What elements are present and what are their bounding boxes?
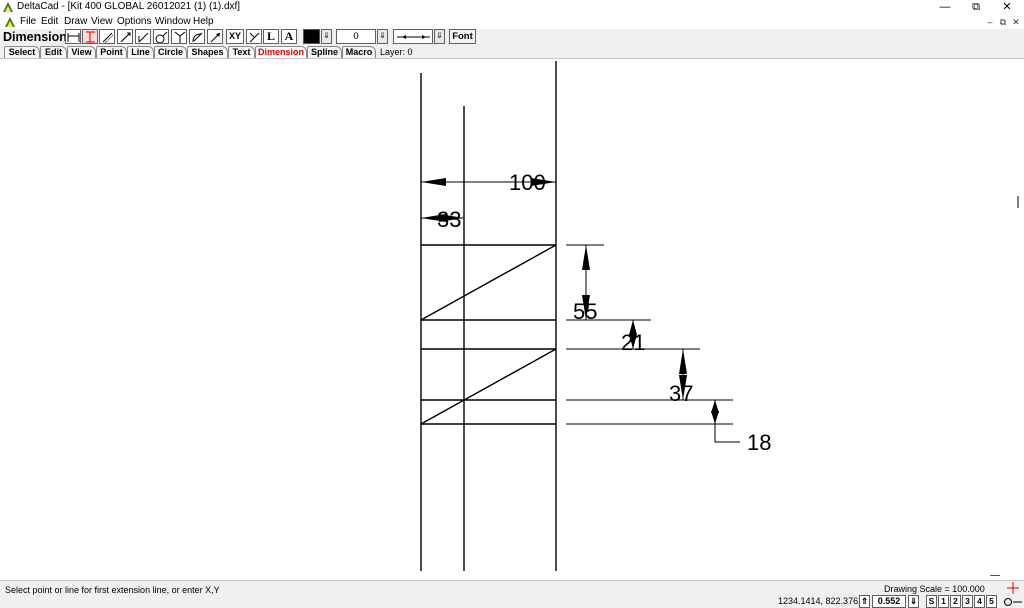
deltacad-window: DeltaCad - [Kit 400 GLOBAL 26012021 (1) … [0,0,1024,608]
tab-macro[interactable]: Macro [342,46,376,58]
vertical-dimension-button[interactable] [82,29,98,44]
color-dropdown-button[interactable]: ⇓ [321,29,332,44]
tab-bar: Select Edit View Point Line Circle Shape… [0,45,1024,59]
dimension-33-label[interactable]: 33 [437,207,461,232]
menu-window[interactable]: Window [155,16,191,28]
canvas-corner-mark [990,575,1000,576]
close-button[interactable]: ✕ [992,0,1022,15]
diameter-dimension-icon [155,31,168,43]
angle-dimension-button[interactable] [171,29,187,44]
aligned-dimension-button[interactable] [99,29,115,44]
parallel-dimension-button[interactable] [117,29,133,44]
arrowhead [679,349,687,374]
menu-help[interactable]: Help [193,16,214,28]
toolbar: Dimension XY L A ⇓ 0 ⇓ ⇓ Font [0,29,1024,45]
radius-dimension-button[interactable] [189,29,205,44]
menu-view[interactable]: View [91,16,113,28]
command-prompt: Select point or line for first extension… [5,585,220,595]
menu-draw[interactable]: Draw [64,16,87,28]
document-close-button[interactable]: ✕ [1011,16,1021,28]
font-button[interactable]: Font [449,29,476,44]
dimension-18-leader [714,400,740,443]
minimize-button[interactable]: — [930,0,960,15]
arrowhead [421,178,446,186]
dimension-100-label[interactable]: 100 [509,170,546,195]
arrow-style-button[interactable] [246,29,262,44]
horizontal-dimension-icon [67,33,80,42]
text-style-button[interactable]: A [281,29,297,44]
color-swatch[interactable] [303,29,320,44]
drawing-scale: Drawing Scale = 100.000 [884,584,985,594]
deltacad-logo-icon [3,2,13,12]
status-bar: Select point or line for first extension… [0,580,1024,608]
tab-circle[interactable]: Circle [154,46,187,58]
vertical-dimension-icon [86,31,95,43]
zoom-in-button[interactable]: ⇑ [859,595,870,608]
layer-label: Layer: 0 [380,47,413,57]
zoom-field[interactable]: 0.552 [872,595,906,608]
restore-button[interactable]: ⧉ [961,0,991,15]
tab-dimension[interactable]: Dimension [255,46,307,58]
tab-point[interactable]: Point [96,46,127,58]
tab-text[interactable]: Text [228,46,255,58]
linetype-field[interactable] [393,29,433,44]
view-button-1[interactable]: 1 [938,595,949,608]
menu-file[interactable]: File [20,16,36,28]
arrowhead [711,411,719,424]
zoom-out-button[interactable]: ⇓ [908,595,919,608]
drawing-geometry [420,61,557,571]
number-dropdown-button[interactable]: ⇓ [377,29,388,44]
view-button-5[interactable]: 5 [986,595,997,608]
diameter-dimension-button[interactable] [153,29,169,44]
arrowhead [582,245,590,270]
menu-edit[interactable]: Edit [41,16,58,28]
mode-label: Dimension [3,30,67,44]
arrow-style-icon [249,32,260,43]
linetype-preview-icon [397,35,430,39]
tab-select[interactable]: Select [4,46,40,58]
tab-view[interactable]: View [67,46,96,58]
tab-line[interactable]: Line [127,46,154,58]
document-minimize-button[interactable]: – [985,16,995,28]
baseline-dimension-icon [138,32,149,43]
horizontal-dimension-button[interactable] [65,29,81,44]
title-bar: DeltaCad - [Kit 400 GLOBAL 26012021 (1) … [0,0,1024,15]
menu-options[interactable]: Options [117,16,151,28]
dimension-55-label[interactable]: 55 [573,299,597,324]
baseline-dimension-button[interactable] [135,29,151,44]
line-style-button[interactable]: L [263,29,279,44]
snap-icon[interactable] [1003,596,1023,608]
view-button-4[interactable]: 4 [974,595,985,608]
cursor-coordinates: 1234.1414, 822.3762 [778,596,864,606]
parallel-dimension-icon [120,32,131,43]
diagonal-brace-line [420,348,557,425]
crosshair-icon [1007,582,1019,594]
angle-dimension-icon [174,31,186,43]
aligned-dimension-icon [102,32,114,43]
dimension-37-label[interactable]: 37 [669,381,693,406]
diagonal-brace-line [420,244,557,321]
view-button-2[interactable]: 2 [950,595,961,608]
view-button-3[interactable]: 3 [962,595,973,608]
dimension-18-label[interactable]: 18 [747,430,771,455]
tab-edit[interactable]: Edit [40,46,67,58]
window-title: DeltaCad - [Kit 400 GLOBAL 26012021 (1) … [17,1,241,12]
menu-bar: File Edit Draw View Options Window Help … [0,15,1024,29]
document-icon [5,17,15,27]
drawing-canvas[interactable]: 100 33 55 21 37 18 [0,59,1024,576]
scroll-indicator[interactable] [1017,196,1019,208]
leader-dimension-button[interactable] [207,29,223,44]
leader-dimension-icon [210,32,221,43]
linetype-dropdown-button[interactable]: ⇓ [434,29,445,44]
dimension-21-label[interactable]: 21 [621,330,645,355]
radius-dimension-icon [192,32,203,43]
view-button-s[interactable]: S [926,595,937,608]
tab-spline[interactable]: Spline [307,46,342,58]
document-restore-button[interactable]: ⧉ [998,16,1008,28]
tab-shapes[interactable]: Shapes [187,46,228,58]
number-field[interactable]: 0 [336,29,376,44]
xy-coordinate-button[interactable]: XY [226,29,244,44]
drawing-svg: 100 33 55 21 37 18 [420,61,771,571]
